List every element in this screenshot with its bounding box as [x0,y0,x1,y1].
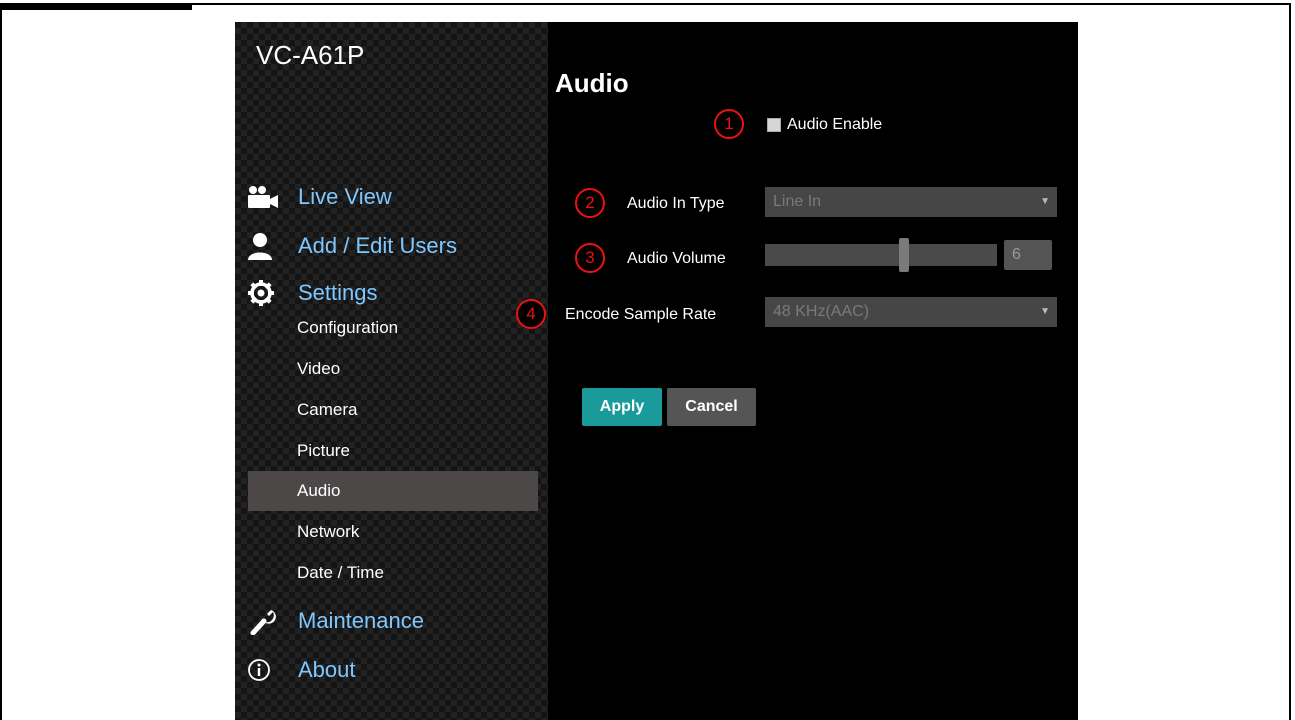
user-icon [247,231,285,261]
sidebar-item-label: Live View [298,184,392,209]
callout-marker: 4 [516,299,546,329]
main-content: Audio 1 Audio Enable 2 Audio In Type Lin… [516,22,1078,720]
callout-marker: 1 [714,109,744,139]
wrench-icon [247,606,285,636]
sidebar-item-network[interactable]: Network [248,512,538,552]
audio-in-type-select[interactable]: Line In ▼ [765,187,1057,217]
info-icon [247,655,285,685]
top-bar [2,5,192,10]
sidebar-item-label: Settings [298,280,378,305]
gear-icon [247,278,285,308]
audio-volume-slider-handle[interactable] [899,238,910,272]
sidebar-item-label: Maintenance [298,608,424,633]
sidebar-item-about[interactable]: About [247,655,356,685]
cancel-button[interactable]: Cancel [667,388,756,426]
sidebar-item-audio[interactable]: Audio [248,471,538,511]
app-window: VC-A61P Live View Add / Edit Users Setti… [235,22,1078,720]
sidebar-item-video[interactable]: Video [248,349,538,389]
sidebar-item-settings[interactable]: Settings [247,278,378,308]
audio-enable-label: Audio Enable [787,116,883,133]
video-camera-icon [247,182,285,212]
chevron-down-icon: ▼ [1040,306,1050,317]
sidebar-item-picture[interactable]: Picture [248,431,538,471]
page-title: Audio [555,68,629,98]
audio-volume-value[interactable]: 6 [1004,240,1052,270]
audio-enable-checkbox[interactable] [767,118,781,132]
sidebar: VC-A61P Live View Add / Edit Users Setti… [235,22,548,720]
audio-in-type-value: Line In [773,193,822,210]
sidebar-item-label: Add / Edit Users [298,233,457,258]
sidebar-item-add-edit-users[interactable]: Add / Edit Users [247,231,457,261]
app-title: VC-A61P [256,40,365,70]
sidebar-item-camera[interactable]: Camera [248,390,538,430]
encode-sample-rate-select[interactable]: 48 KHz(AAC) ▼ [765,297,1057,327]
audio-volume-slider[interactable] [765,244,997,266]
callout-marker: 2 [575,188,605,218]
sidebar-item-date-time[interactable]: Date / Time [248,553,538,593]
sidebar-item-live-view[interactable]: Live View [247,182,392,212]
callout-marker: 3 [575,243,605,273]
apply-button[interactable]: Apply [582,388,662,426]
chevron-down-icon: ▼ [1040,196,1050,207]
audio-in-type-label: Audio In Type [627,195,725,212]
encode-sample-rate-value: 48 KHz(AAC) [773,303,870,320]
audio-volume-label: Audio Volume [627,250,726,267]
sidebar-item-maintenance[interactable]: Maintenance [247,606,424,636]
sidebar-item-label: About [298,657,356,682]
sidebar-item-configuration[interactable]: Configuration [248,308,538,348]
encode-sample-rate-label: Encode Sample Rate [565,306,717,323]
